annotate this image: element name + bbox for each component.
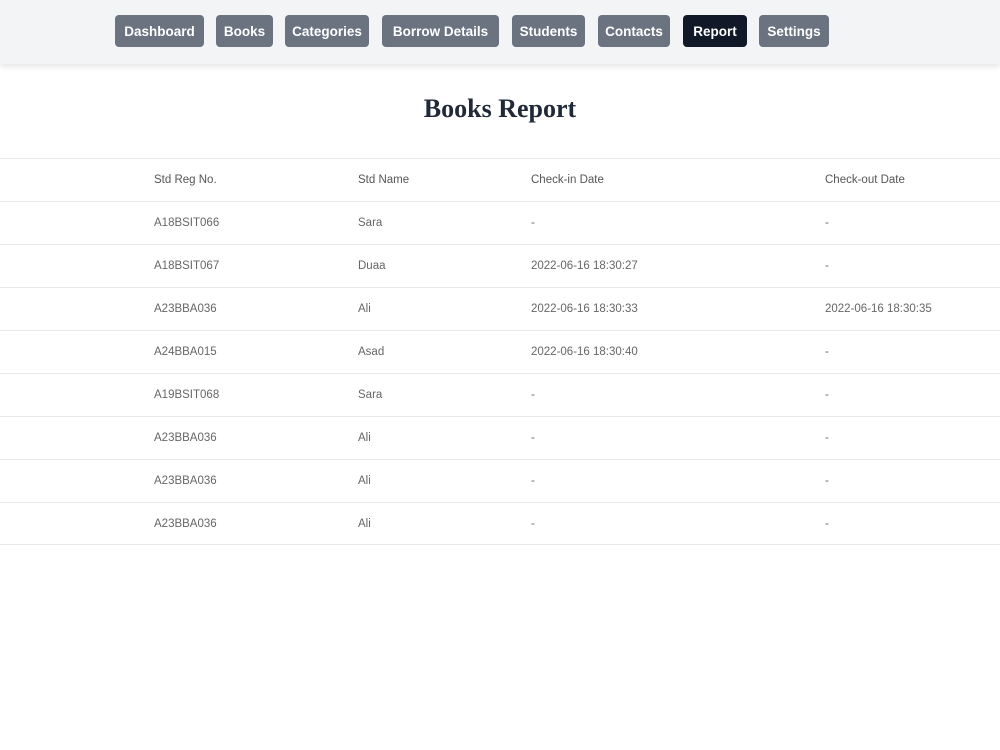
cell-check-out: -: [825, 518, 829, 530]
header-check-out-date: Check-out Date: [825, 174, 905, 186]
cell-check-in: -: [531, 432, 535, 444]
report-table: Std Reg No. Std Name Check-in Date Check…: [0, 158, 1000, 545]
table-row: A23BBA036 Ali 2022-06-16 18:30:33 2022-0…: [0, 287, 1000, 330]
nav-students-button[interactable]: Students: [512, 15, 585, 47]
table-row: A19BSIT068 Sara - -: [0, 373, 1000, 416]
cell-check-out: -: [825, 346, 829, 358]
cell-reg-no: A18BSIT067: [154, 260, 220, 272]
cell-check-out: -: [825, 432, 829, 444]
header-std-name: Std Name: [358, 174, 410, 186]
table-row: A18BSIT067 Duaa 2022-06-16 18:30:27 -: [0, 244, 1000, 287]
nav-borrow-details-button[interactable]: Borrow Details: [382, 15, 499, 47]
cell-reg-no: A24BBA015: [154, 346, 217, 358]
cell-reg-no: A23BBA036: [154, 303, 217, 315]
cell-check-out: -: [825, 260, 829, 272]
table-row: A23BBA036 Ali - -: [0, 459, 1000, 502]
cell-reg-no: A23BBA036: [154, 518, 217, 530]
nav-contacts-button[interactable]: Contacts: [598, 15, 670, 47]
cell-name: Ali: [358, 303, 371, 315]
nav-books-button[interactable]: Books: [216, 15, 273, 47]
cell-check-out: -: [825, 217, 829, 229]
cell-name: Ali: [358, 432, 371, 444]
table-row: A24BBA015 Asad 2022-06-16 18:30:40 -: [0, 330, 1000, 373]
header-std-reg-no: Std Reg No.: [154, 174, 217, 186]
cell-check-in: -: [531, 518, 535, 530]
table-row: A18BSIT066 Sara - -: [0, 201, 1000, 244]
cell-check-in: -: [531, 217, 535, 229]
table-header-row: Std Reg No. Std Name Check-in Date Check…: [0, 158, 1000, 201]
cell-check-out: -: [825, 475, 829, 487]
cell-name: Sara: [358, 217, 383, 229]
header-check-in-date: Check-in Date: [531, 174, 604, 186]
cell-check-in: 2022-06-16 18:30:40: [531, 346, 638, 358]
table-row: A23BBA036 Ali - -: [0, 416, 1000, 459]
cell-name: Ali: [358, 518, 371, 530]
cell-check-in: 2022-06-16 18:30:27: [531, 260, 638, 272]
cell-check-in: 2022-06-16 18:30:33: [531, 303, 638, 315]
cell-name: Asad: [358, 346, 385, 358]
nav-dashboard-button[interactable]: Dashboard: [115, 15, 204, 47]
cell-reg-no: A23BBA036: [154, 432, 217, 444]
cell-check-out: 2022-06-16 18:30:35: [825, 303, 932, 315]
nav-categories-button[interactable]: Categories: [285, 15, 369, 47]
page-title: Books Report: [423, 94, 577, 123]
cell-reg-no: A23BBA036: [154, 475, 217, 487]
cell-check-in: -: [531, 475, 535, 487]
table-row: A23BBA036 Ali - -: [0, 502, 1000, 545]
cell-name: Sara: [358, 389, 383, 401]
cell-check-in: -: [531, 389, 535, 401]
nav-settings-button[interactable]: Settings: [759, 15, 829, 47]
cell-name: Ali: [358, 475, 371, 487]
cell-reg-no: A19BSIT068: [154, 389, 220, 401]
top-navbar: Dashboard Books Categories Borrow Detail…: [0, 0, 1000, 64]
cell-reg-no: A18BSIT066: [154, 217, 220, 229]
nav-report-button[interactable]: Report: [683, 15, 747, 47]
cell-check-out: -: [825, 389, 829, 401]
cell-name: Duaa: [358, 260, 386, 272]
